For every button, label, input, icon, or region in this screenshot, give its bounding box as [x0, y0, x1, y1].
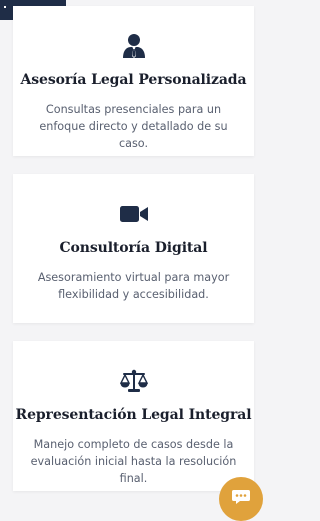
service-description: Asesoramiento virtual para mayor flexibi…: [37, 271, 230, 301]
service-card-consultoria: Consultoría Digital Asesoramiento virtua…: [13, 174, 254, 323]
chat-bubble-icon: [231, 489, 251, 509]
chat-button[interactable]: [219, 477, 263, 521]
balance-scale-icon: [119, 367, 148, 395]
service-title: Asesoría Legal Personalizada: [20, 72, 247, 88]
service-description: Consultas presenciales para un enfoque d…: [39, 103, 228, 150]
service-title: Representación Legal Integral: [15, 407, 252, 423]
service-card-asesoria: Asesoría Legal Personalizada Consultas p…: [13, 6, 254, 156]
video-camera-icon: [119, 200, 148, 228]
service-description: Manejo completo de casos desde la evalua…: [30, 438, 237, 485]
user-tie-icon: [120, 32, 148, 60]
header-marker: [4, 6, 6, 8]
service-title: Consultoría Digital: [59, 240, 208, 256]
service-card-representacion: Representación Legal Integral Manejo com…: [13, 341, 254, 491]
